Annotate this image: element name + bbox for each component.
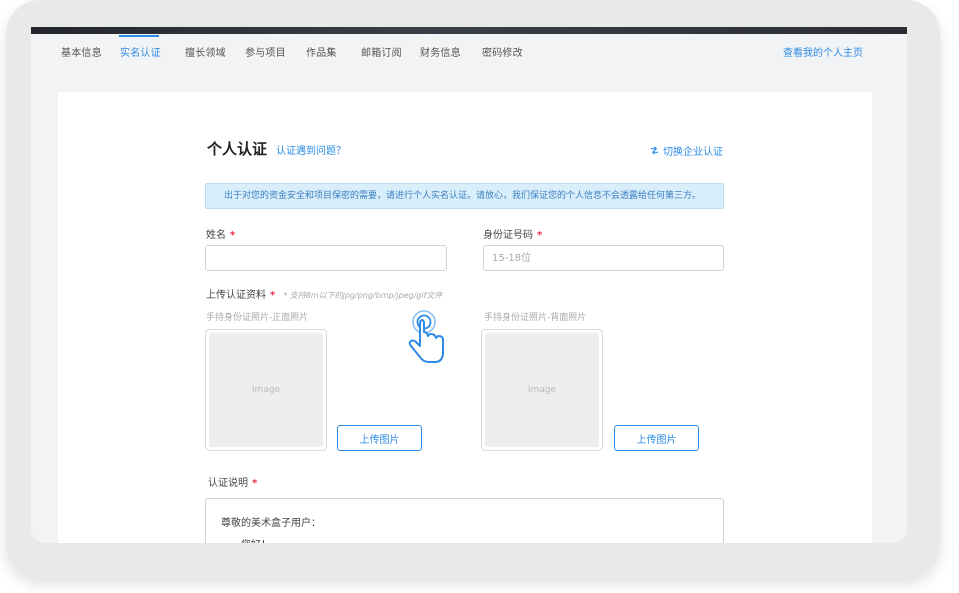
page-title: 个人认证: [207, 140, 268, 158]
description-line: 您好！: [221, 535, 708, 543]
swap-icon: [650, 146, 659, 155]
active-tab-indicator: [119, 35, 159, 37]
upload-back-button[interactable]: 上传图片: [614, 425, 699, 451]
required-mark: *: [270, 290, 276, 301]
upload-front-button[interactable]: 上传图片: [337, 425, 422, 451]
auth-help-link[interactable]: 认证遇到问题？: [276, 142, 346, 157]
auth-description-box[interactable]: 尊敬的美术盒子用户： 您好！: [205, 498, 724, 543]
id-number-field-label: 身份证号码 *: [483, 230, 543, 241]
required-mark: *: [252, 478, 258, 489]
description-greeting: 尊敬的美术盒子用户：: [221, 518, 321, 529]
tab-basic-info[interactable]: 基本信息: [61, 44, 102, 59]
switch-enterprise-label: 切换企业认证: [663, 147, 723, 158]
top-banner-strip: [31, 27, 907, 34]
required-mark: *: [230, 230, 236, 241]
back-photo-label: 手持身份证照片-背面照片: [484, 313, 587, 323]
name-input[interactable]: [205, 245, 447, 271]
required-mark: *: [537, 230, 543, 241]
auth-description-label: 认证说明 *: [208, 478, 258, 489]
tab-real-name-auth[interactable]: 实名认证: [120, 44, 161, 59]
privacy-notice: 出于对您的资金安全和项目保密的需要，请进行个人实名认证。请放心，我们保证您的个人…: [205, 183, 724, 209]
tab-projects[interactable]: 参与项目: [245, 44, 286, 59]
screen: 基本信息 实名认证 擅长领域 参与项目 作品集 邮箱订阅 财务信息 密码修改 查…: [31, 27, 907, 543]
view-profile-link[interactable]: 查看我的个人主页: [783, 44, 863, 59]
switch-enterprise-link[interactable]: 切换企业认证: [650, 143, 723, 158]
tab-finance[interactable]: 财务信息: [420, 44, 461, 59]
settings-tabs: 基本信息 实名认证 擅长领域 参与项目 作品集 邮箱订阅 财务信息 密码修改 查…: [31, 34, 907, 70]
upload-docs-label: 上传认证资料 * * 支持8m以下的jpg/png/bmp/jpeg/gif文件: [206, 290, 443, 301]
id-number-input[interactable]: [483, 245, 724, 271]
front-photo-slot[interactable]: Image: [205, 329, 327, 451]
tab-portfolio[interactable]: 作品集: [306, 44, 337, 59]
tab-expertise[interactable]: 擅长领域: [185, 44, 226, 59]
upload-hint: * 支持8m以下的jpg/png/bmp/jpeg/gif文件: [283, 291, 443, 300]
front-photo-label: 手持身份证照片-正面照片: [206, 313, 309, 323]
auth-form-card: 个人认证 认证遇到问题？ 切换企业认证 出于对您的资金安全和项目保密的需要，请进…: [58, 92, 872, 543]
back-photo-slot[interactable]: Image: [481, 329, 603, 451]
back-photo-placeholder: Image: [485, 333, 599, 447]
hand-pointer-icon: [408, 310, 444, 363]
tab-email-subscription[interactable]: 邮箱订阅: [361, 44, 402, 59]
tab-password[interactable]: 密码修改: [482, 44, 523, 59]
front-photo-placeholder: Image: [209, 333, 323, 447]
name-field-label: 姓名 *: [206, 230, 236, 241]
